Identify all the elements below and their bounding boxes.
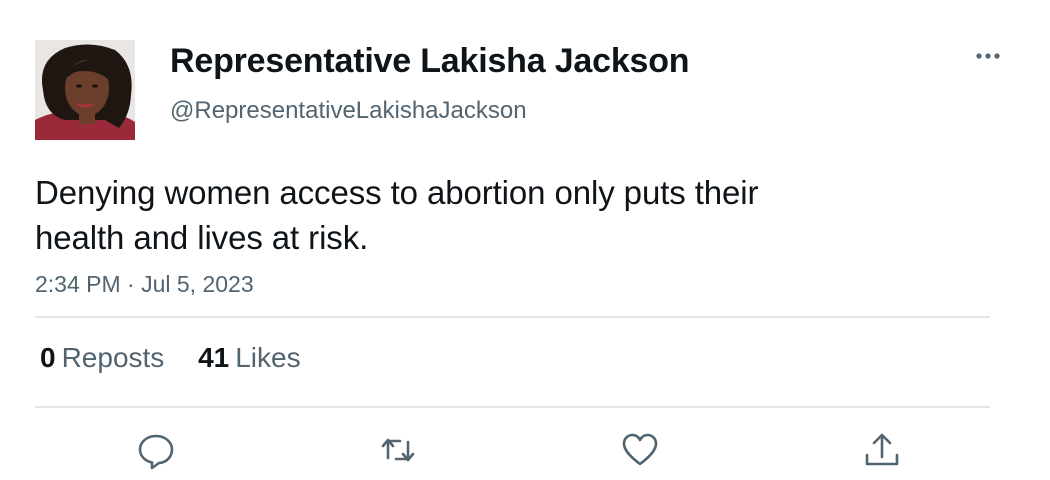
divider xyxy=(35,316,990,318)
engagement-stats: 0 Reposts 41 Likes xyxy=(40,342,301,374)
like-button[interactable] xyxy=(620,430,660,470)
tweet-timestamp[interactable]: 2:34 PM · Jul 5, 2023 xyxy=(35,271,254,298)
likes-count: 41 xyxy=(198,342,230,373)
avatar[interactable] xyxy=(35,40,135,140)
divider xyxy=(35,406,990,408)
author-display-name[interactable]: Representative Lakisha Jackson xyxy=(170,42,690,81)
reposts-label: Reposts xyxy=(61,342,165,373)
reply-button[interactable] xyxy=(136,430,176,470)
reposts-count: 0 xyxy=(40,342,56,373)
more-options-button[interactable] xyxy=(968,44,1008,68)
more-horizontal-icon xyxy=(976,53,1000,59)
likes-label: Likes xyxy=(235,342,301,373)
share-icon xyxy=(865,433,899,466)
heart-icon xyxy=(622,433,658,466)
reposts-stat[interactable]: 0 Reposts xyxy=(40,342,164,374)
share-button[interactable] xyxy=(862,430,902,470)
repost-button[interactable] xyxy=(378,430,418,470)
tweet-text-line: health and lives at risk. xyxy=(35,219,369,256)
reply-icon xyxy=(138,434,174,470)
repost-icon xyxy=(381,438,415,462)
likes-stat[interactable]: 41 Likes xyxy=(198,342,301,374)
tweet-text-line: Denying women access to abortion only pu… xyxy=(35,174,759,211)
tweet-text: Denying women access to abortion only pu… xyxy=(35,170,935,260)
author-handle[interactable]: @RepresentativeLakishaJackson xyxy=(170,97,527,125)
